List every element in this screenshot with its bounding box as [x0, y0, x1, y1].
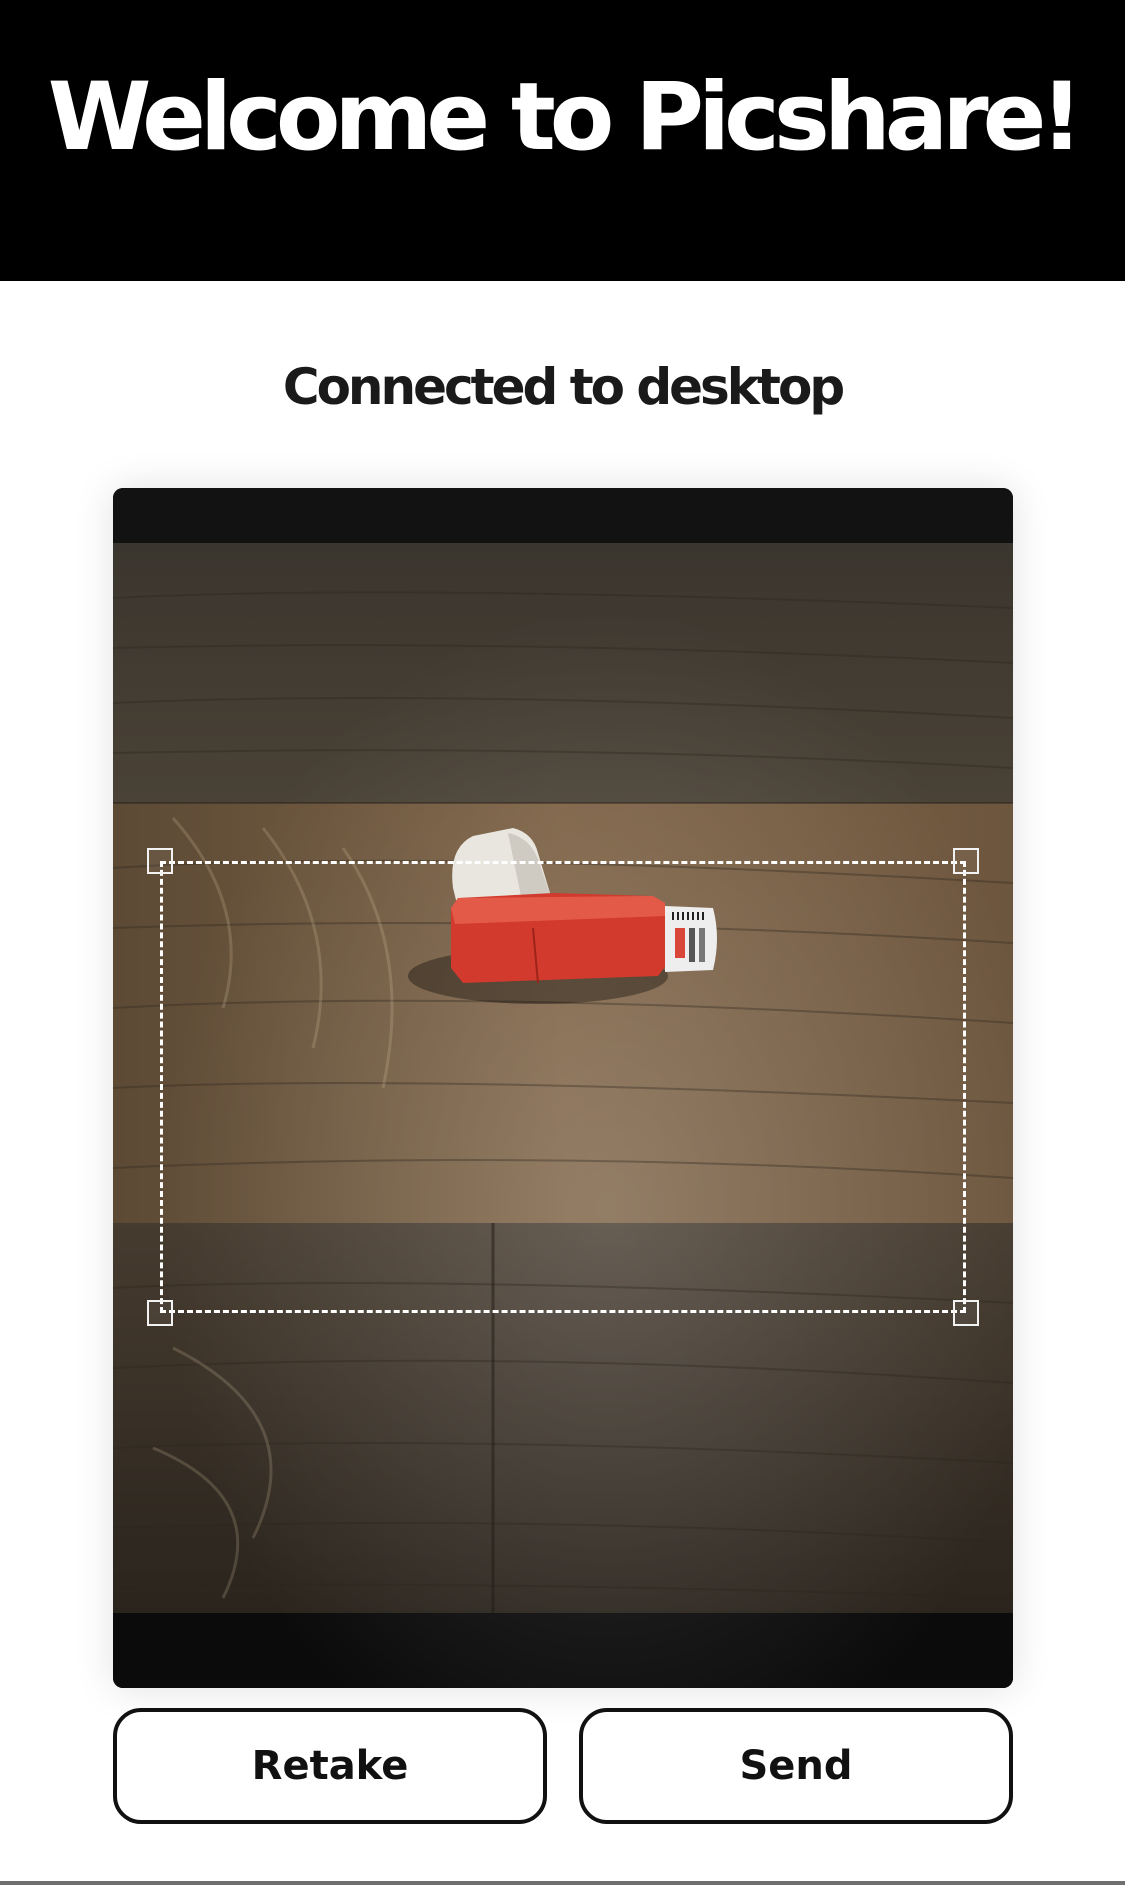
app-header: Welcome to Picshare!: [0, 0, 1125, 281]
bottom-divider: [0, 1881, 1125, 1885]
captured-photo: [113, 488, 1013, 1688]
connection-status: Connected to desktop: [282, 358, 845, 416]
retake-button[interactable]: Retake: [113, 1708, 547, 1824]
crop-selection[interactable]: [147, 848, 979, 1326]
crop-handle-top-right[interactable]: [953, 848, 979, 874]
app-title: Welcome to Picshare!: [47, 63, 1083, 172]
crop-handle-bottom-right[interactable]: [953, 1300, 979, 1326]
crop-handle-bottom-left[interactable]: [147, 1300, 173, 1326]
send-button[interactable]: Send: [579, 1708, 1013, 1824]
crop-handle-top-left[interactable]: [147, 848, 173, 874]
